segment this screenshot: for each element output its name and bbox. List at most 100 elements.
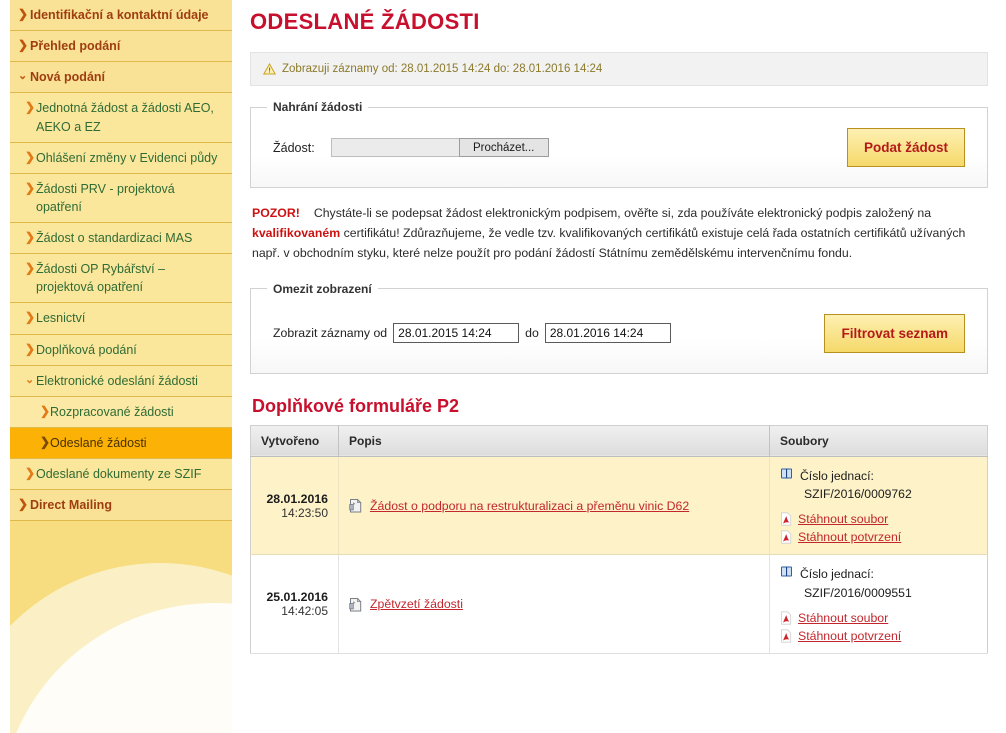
reference-label: Číslo jednací: bbox=[800, 468, 874, 483]
cell-created: 28.01.2016 14:23:50 bbox=[250, 456, 339, 556]
pozor-part1: Chystáte-li se podepsat žádost elektroni… bbox=[313, 206, 932, 220]
filter-panel: Omezit zobrazení Zobrazit záznamy od do … bbox=[250, 281, 988, 374]
table-head: Vytvořeno Popis Soubory bbox=[250, 425, 988, 457]
download-link[interactable]: Stáhnout potvrzení bbox=[798, 629, 901, 643]
sidebar-item-label: Ohlášení změny v Evidenci půdy bbox=[36, 150, 218, 165]
sidebar-item-3[interactable]: ❯ Jednotná žádost a žádosti AEO, AEKO a E… bbox=[10, 93, 232, 143]
warning-triangle-icon bbox=[263, 63, 276, 75]
description-row: Zpětvzetí žádosti bbox=[349, 597, 759, 612]
created-date: 28.01.2016 bbox=[266, 491, 328, 506]
sidebar-item-label: Přehled podání bbox=[30, 39, 121, 54]
sidebar-item-11[interactable]: ❯ Rozpracované žádosti bbox=[10, 396, 232, 428]
pdf-icon bbox=[780, 512, 792, 526]
cell-files: Číslo jednací: SZIF/2016/0009762 Stáhnout … bbox=[769, 456, 988, 556]
chevron-down-icon: ⌄ bbox=[18, 70, 28, 83]
sidebar-item-12[interactable]: ❯ Odeslané žádosti bbox=[10, 427, 232, 459]
sidebar-item-label: Doplňková podání bbox=[36, 342, 137, 357]
file-input[interactable]: Procházet... bbox=[330, 138, 549, 157]
th-vytvoreno[interactable]: Vytvořeno bbox=[250, 425, 339, 457]
chevron-right-icon: ❯ bbox=[18, 38, 29, 53]
reference-row: Číslo jednací: bbox=[780, 467, 977, 485]
sidebar-item-7[interactable]: ❯ Žádosti OP Rybářství – projektová opatř… bbox=[10, 254, 232, 304]
pozor-part2: certifikátu! Zdůrazňujeme, že vedle tzv.… bbox=[252, 225, 966, 260]
pdf-icon bbox=[780, 611, 792, 625]
pozor-warning-text: POZOR! Chystáte-li se podepsat žádost ele… bbox=[252, 204, 986, 264]
sidebar-item-label: Jednotná žádost a žádosti AEO, AEKO a EZ bbox=[36, 101, 214, 134]
sidebar-item-label: Žádost o standardizaci MAS bbox=[36, 231, 193, 245]
sidebar-item-10[interactable]: ⌄ Elektronické odeslání žádosti bbox=[10, 365, 232, 397]
description-row: Žádost o podporu na restrukturalizaci a … bbox=[349, 498, 759, 513]
sidebar-nav: ❯ Identifikační a kontaktní údaje ❯ Přehled… bbox=[10, 0, 232, 522]
sidebar-item-label: Rozpracované žádosti bbox=[50, 404, 174, 419]
reference-number: SZIF/2016/0009762 bbox=[804, 487, 912, 502]
pozor-highlight: kvalifikovaném bbox=[252, 225, 341, 240]
th-popis[interactable]: Popis bbox=[338, 425, 770, 457]
pdf-icon bbox=[780, 629, 792, 643]
cell-created: 25.01.2016 14:42:05 bbox=[250, 554, 339, 654]
pozor-label: POZOR! bbox=[252, 206, 300, 220]
cell-description: Žádost o podporu na restrukturalizaci a … bbox=[338, 456, 770, 556]
table-body: 28.01.2016 14:23:50 Žádost o podporu na re… bbox=[250, 456, 988, 654]
filter-to-label: do bbox=[525, 326, 539, 341]
th-soubory[interactable]: Soubory bbox=[769, 425, 988, 457]
filter-date-from-input[interactable] bbox=[393, 323, 520, 344]
sidebar-item-label: Odeslané žádosti bbox=[50, 435, 147, 450]
sidebar-item-6[interactable]: ❯ Žádost o standardizaci MAS bbox=[10, 223, 232, 255]
download-row: Stáhnout soubor bbox=[780, 611, 977, 625]
filter-list-button[interactable]: Filtrovat seznam bbox=[824, 313, 965, 353]
document-icon bbox=[349, 597, 363, 612]
table-row: 28.01.2016 14:23:50 Žádost o podporu na re… bbox=[250, 456, 988, 556]
cell-description: Zpětvzetí žádosti bbox=[338, 554, 770, 654]
submitted-applications-table: Vytvořeno Popis Soubory 28.01.2016 14:23:… bbox=[250, 424, 988, 654]
sidebar-item-label: Identifikační a kontaktní údaje bbox=[30, 8, 209, 22]
submit-application-button[interactable]: Podat žádost bbox=[846, 128, 965, 167]
created-date: 25.01.2016 bbox=[266, 590, 328, 605]
sidebar-item-label: Lesnictví bbox=[36, 311, 86, 326]
description-link[interactable]: Zpětvzetí žádosti bbox=[370, 597, 463, 611]
table-header-row: Vytvořeno Popis Soubory bbox=[250, 425, 988, 457]
sidebar-item-9[interactable]: ❯ Doplňková podání bbox=[10, 334, 232, 366]
description-link[interactable]: Žádost o podporu na restrukturalizaci a … bbox=[370, 499, 689, 513]
chevron-right-icon: ❯ bbox=[25, 466, 36, 480]
sidebar-item-2[interactable]: ⌄ Nová podání bbox=[10, 62, 232, 94]
chevron-right-icon: ❯ bbox=[25, 310, 36, 325]
cell-files: Číslo jednací: SZIF/2016/0009551 Stáhnout … bbox=[769, 554, 988, 654]
sidebar-item-4[interactable]: ❯ Ohlášení změny v Evidenci půdy bbox=[10, 142, 232, 174]
section-title: Doplňkové formuláře P2 bbox=[252, 395, 460, 416]
chevron-right-icon: ❯ bbox=[25, 180, 36, 195]
chevron-down-icon: ⌄ bbox=[25, 373, 35, 386]
info-bar-text: Zobrazuji záznamy od: 28.01.2015 14:24 d… bbox=[282, 63, 603, 75]
sidebar-item-1[interactable]: ❯ Přehled podání bbox=[10, 31, 232, 63]
sidebar-item-14[interactable]: ❯ Direct Mailing bbox=[10, 490, 232, 522]
sidebar-item-label: Žádosti PRV - projektová opatření bbox=[36, 181, 175, 214]
filter-panel-body: Zobrazit záznamy od do Filtrovat seznam bbox=[251, 296, 987, 363]
main-content: ODESLANÉ ŽÁDOSTI Zobrazuji záznamy od: 2… bbox=[232, 0, 1006, 733]
upload-panel: Nahrání žádosti Žádost: Procházet... Pod… bbox=[250, 100, 988, 188]
chevron-right-icon: ❯ bbox=[25, 149, 36, 164]
sidebar-item-8[interactable]: ❯ Lesnictví bbox=[10, 303, 232, 335]
sidebar-item-label: Odeslané dokumenty ze SZIF bbox=[36, 467, 202, 481]
pdf-icon bbox=[780, 530, 792, 544]
sidebar-item-13[interactable]: ❯ Odeslané dokumenty ze SZIF bbox=[10, 459, 232, 491]
reference-row: Číslo jednací: bbox=[780, 565, 977, 583]
sidebar-item-0[interactable]: ❯ Identifikační a kontaktní údaje bbox=[10, 0, 232, 32]
created-time: 14:23:50 bbox=[281, 505, 328, 520]
sidebar-item-label: Elektronické odeslání žádosti bbox=[36, 373, 198, 388]
file-input-text[interactable] bbox=[330, 138, 459, 157]
filter-date-to-input[interactable] bbox=[544, 323, 671, 344]
download-link[interactable]: Stáhnout potvrzení bbox=[798, 530, 901, 544]
download-row: Stáhnout potvrzení bbox=[780, 629, 977, 643]
sidebar-item-label: Žádosti OP Rybářství – projektová opatře… bbox=[36, 262, 165, 295]
download-row: Stáhnout soubor bbox=[780, 512, 977, 526]
download-link[interactable]: Stáhnout soubor bbox=[798, 611, 888, 625]
table-row: 25.01.2016 14:42:05 Zpětvzetí žádosti Číslo… bbox=[250, 554, 988, 654]
browse-button[interactable]: Procházet... bbox=[458, 138, 549, 157]
filter-panel-legend: Omezit zobrazení bbox=[273, 281, 372, 296]
created-time: 14:42:05 bbox=[281, 604, 328, 619]
zadost-field-label: Žádost: bbox=[273, 140, 315, 155]
sidebar-item-5[interactable]: ❯ Žádosti PRV - projektová opatření bbox=[10, 173, 232, 223]
book-icon bbox=[780, 467, 793, 480]
download-link[interactable]: Stáhnout soubor bbox=[798, 512, 888, 526]
sidebar-item-label: Nová podání bbox=[30, 70, 106, 85]
sidebar-item-label: Direct Mailing bbox=[30, 498, 112, 513]
